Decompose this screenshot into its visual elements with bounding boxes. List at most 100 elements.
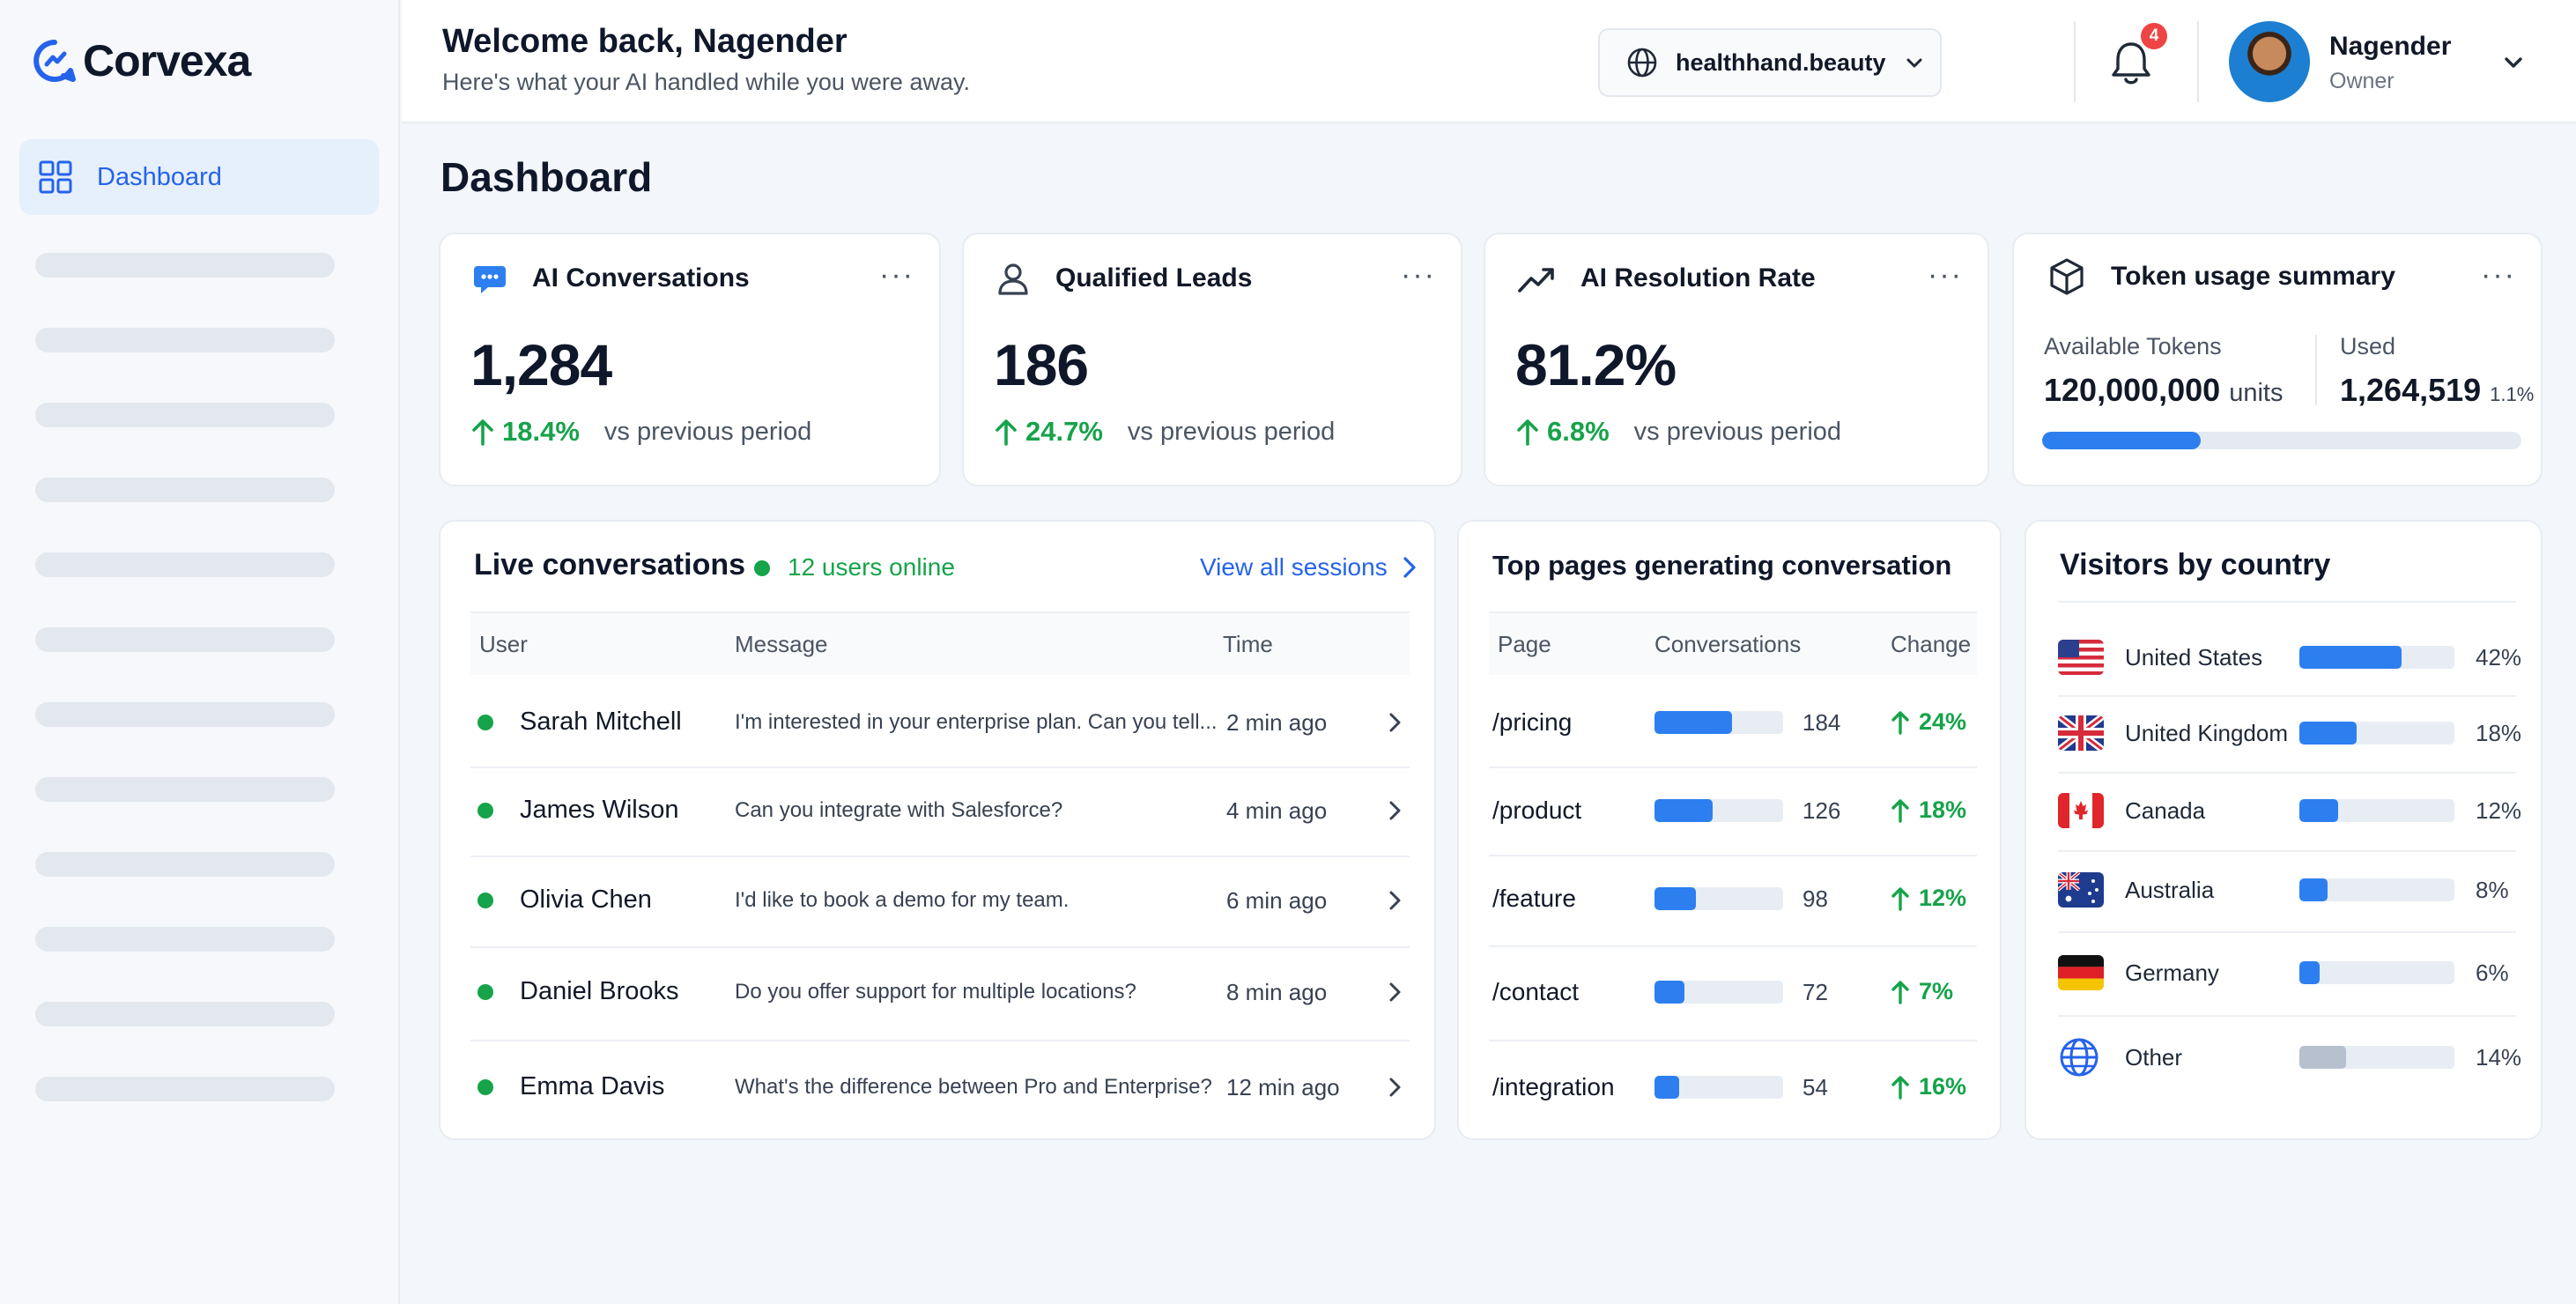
country-bar-fill <box>2299 878 2328 901</box>
users-online: 12 users online <box>788 553 955 581</box>
kpi-trend: 6.8% vs previous period <box>1515 416 1841 448</box>
arrow-up-icon <box>1517 419 1538 446</box>
row-divider <box>470 767 1410 768</box>
row-message: I'd like to book a demo for my team. <box>735 888 1070 912</box>
row-divider <box>1489 945 1977 947</box>
row-country: Canada <box>2125 797 2206 824</box>
more-options-icon[interactable]: ··· <box>1401 260 1436 290</box>
user-icon <box>998 263 1028 295</box>
welcome-subtitle: Here's what your AI handled while you we… <box>442 69 970 95</box>
row-change: 7% <box>1891 978 1953 1005</box>
top-pages-card: Top pages generating conversation Page C… <box>1457 520 2002 1140</box>
kpi-change-label: vs previous period <box>1127 417 1336 446</box>
app-logo[interactable]: Corvexa <box>32 35 251 86</box>
arrow-up-icon <box>1891 886 1909 911</box>
user-role: Owner <box>2329 69 2395 93</box>
arrow-up-icon <box>1891 1075 1909 1100</box>
view-all-sessions-link[interactable]: View all sessions <box>1200 553 1418 582</box>
page-title: Dashboard <box>440 154 653 200</box>
kpi-value: 81.2% <box>1515 332 1677 397</box>
row-country: Other <box>2125 1044 2183 1071</box>
country-bar-fill <box>2299 722 2357 745</box>
row-user: Sarah Mitchell <box>520 708 682 736</box>
chevron-right-icon[interactable] <box>1388 1077 1403 1098</box>
status-dot <box>477 984 493 1000</box>
kpi-value: 186 <box>994 332 1089 397</box>
country-bar <box>2299 878 2454 901</box>
token-card-title: Token usage summary <box>2111 262 2395 291</box>
row-page: /pricing <box>1492 708 1573 736</box>
row-message: I'm interested in your enterprise plan. … <box>735 710 1218 734</box>
row-conversations: 72 <box>1802 979 1828 1005</box>
chevron-right-icon[interactable] <box>1388 890 1403 911</box>
row-change: 18% <box>1891 796 1966 824</box>
arrow-up-icon <box>996 419 1017 446</box>
available-tokens-label: Available Tokens <box>2044 333 2222 359</box>
country-bar <box>2299 722 2454 745</box>
country-bar-fill <box>2299 799 2338 822</box>
sidebar-placeholder <box>35 1002 335 1026</box>
row-percent: 8% <box>2476 877 2509 903</box>
row-page: /product <box>1492 796 1582 824</box>
sidebar: Corvexa Dashboard <box>0 0 400 1304</box>
col-header-message: Message <box>735 631 828 657</box>
sidebar-placeholder <box>35 1077 335 1101</box>
sidebar-placeholder <box>35 403 335 427</box>
domain-label: healthhand.beauty <box>1676 48 1886 76</box>
country-bar <box>2299 799 2454 822</box>
kpi-change: 24.7% <box>1025 416 1103 447</box>
sidebar-placeholder <box>35 927 335 952</box>
live-conversations-card: Live conversations 12 users online View … <box>439 520 1436 1140</box>
us-flag-icon <box>2058 640 2104 675</box>
col-header-page: Page <box>1498 631 1551 657</box>
sidebar-placeholder <box>35 328 335 352</box>
sidebar-placeholder <box>35 552 335 577</box>
used-tokens-label: Used <box>2340 333 2396 359</box>
notification-badge: 4 <box>2141 23 2167 49</box>
row-message: Do you offer support for multiple locati… <box>735 980 1136 1004</box>
row-country: United States <box>2125 644 2263 671</box>
chevron-down-icon <box>1906 58 1922 68</box>
row-change: 12% <box>1891 885 1966 912</box>
sidebar-placeholder <box>35 627 335 652</box>
row-user: Daniel Brooks <box>520 977 679 1005</box>
logo-icon <box>33 40 76 82</box>
row-divider <box>1489 855 1977 856</box>
chevron-right-icon[interactable] <box>1388 800 1403 821</box>
row-time: 4 min ago <box>1226 797 1328 824</box>
arrow-up-icon <box>1891 798 1909 823</box>
sidebar-placeholder <box>35 478 335 502</box>
kpi-card-qualified-leads: Qualified Leads ··· 186 24.7% vs previou… <box>962 233 1462 486</box>
row-divider <box>1489 1040 1977 1041</box>
row-country: Germany <box>2125 959 2219 986</box>
conversations-bar-fill <box>1654 887 1696 910</box>
avatar[interactable] <box>2229 21 2310 102</box>
chat-bubble-icon <box>474 266 506 293</box>
row-user: Olivia Chen <box>520 885 652 914</box>
token-usage-bar <box>2042 432 2521 449</box>
chevron-down-icon[interactable] <box>2500 49 2527 76</box>
more-options-icon[interactable]: ··· <box>879 260 914 290</box>
token-usage-card: Token usage summary ··· Available Tokens… <box>2012 233 2543 486</box>
col-header-user: User <box>479 631 528 657</box>
more-options-icon[interactable]: ··· <box>2481 260 2516 290</box>
sidebar-item-dashboard[interactable]: Dashboard <box>19 139 379 215</box>
country-bar-fill <box>2299 1046 2346 1069</box>
more-options-icon[interactable]: ··· <box>1928 260 1963 290</box>
chevron-right-icon[interactable] <box>1388 712 1403 733</box>
row-time: 2 min ago <box>1226 709 1328 736</box>
conversations-bar <box>1654 799 1783 822</box>
kpi-title: AI Conversations <box>532 263 750 293</box>
app-name: Corvexa <box>83 36 251 85</box>
cube-icon <box>2050 258 2084 295</box>
row-page: /feature <box>1492 885 1576 912</box>
row-divider <box>2058 931 2516 933</box>
domain-selector[interactable]: healthhand.beauty <box>1598 28 1942 97</box>
header-divider <box>2074 21 2076 102</box>
row-change: 16% <box>1891 1073 1966 1100</box>
kpi-trend: 24.7% vs previous period <box>994 416 1335 448</box>
row-divider <box>1489 767 1977 768</box>
chevron-right-icon[interactable] <box>1388 982 1403 1003</box>
row-divider <box>470 856 1410 857</box>
token-usage-bar-fill <box>2042 432 2201 449</box>
